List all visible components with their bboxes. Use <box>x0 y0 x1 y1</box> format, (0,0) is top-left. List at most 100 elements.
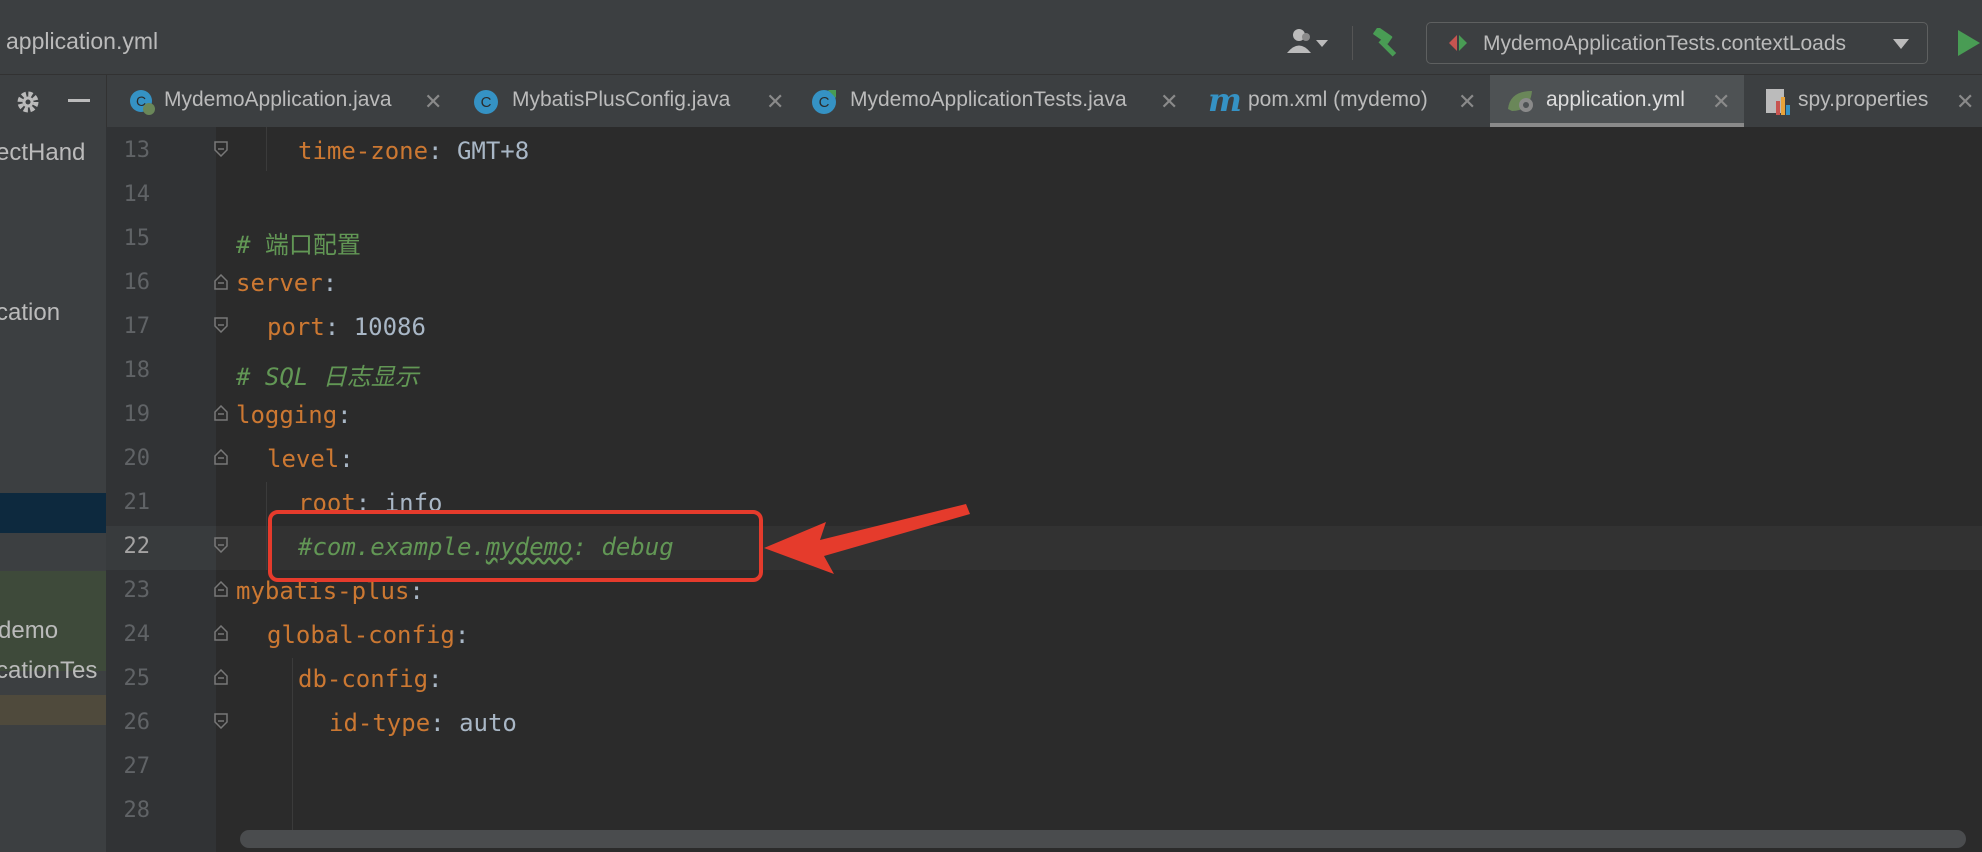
line-number: 15 <box>123 226 151 251</box>
yaml-key: port <box>267 313 325 341</box>
chevron-down-icon <box>1893 39 1909 49</box>
project-panel: ectHand cation demo cationTes <box>0 127 107 852</box>
line-number-gutter: 13 14 15 16 17 18 19 20 21 22 23 24 25 2… <box>106 127 216 852</box>
yaml-key: logging <box>236 401 338 429</box>
project-tree-item[interactable]: ectHand <box>0 139 85 167</box>
line-number: 28 <box>123 798 151 823</box>
close-icon[interactable]: ✕ <box>424 89 442 115</box>
title-toolbar: application.yml MydemoApplicationTests.c… <box>0 0 1982 75</box>
line-number: 23 <box>123 578 151 603</box>
yaml-value: GMT+8 <box>456 137 530 165</box>
code-editor[interactable]: 13 14 15 16 17 18 19 20 21 22 23 24 25 2… <box>106 127 1982 852</box>
annotation-arrow <box>764 504 970 574</box>
yaml-separator: : <box>322 269 338 297</box>
tab-mydemo-application[interactable]: C MydemoApplication.java ✕ <box>120 75 446 127</box>
run-configuration-selector[interactable]: MydemoApplicationTests.contextLoads <box>1426 22 1928 64</box>
code-line: id-type: auto <box>329 709 517 737</box>
tab-pom-xml[interactable]: m pom.xml (mydemo) ✕ <box>1200 75 1490 127</box>
tab-label: pom.xml (mydemo) <box>1248 88 1428 111</box>
yaml-key: server <box>236 269 323 297</box>
yaml-separator: : <box>324 313 354 341</box>
yaml-value: 10086 <box>353 313 426 341</box>
fold-end-icon[interactable] <box>214 317 228 333</box>
yaml-value: auto <box>459 709 517 737</box>
line-number: 14 <box>123 182 151 207</box>
project-panel-toolbar <box>0 75 107 127</box>
yaml-comment: # SQL 日志显示 <box>236 363 419 391</box>
project-tree-item[interactable]: cation <box>0 299 60 327</box>
code-line: # SQL 日志显示 <box>236 357 419 392</box>
horizontal-scrollbar[interactable] <box>240 830 1966 848</box>
yaml-separator: : <box>428 665 443 693</box>
class-icon: C <box>472 88 500 121</box>
tab-mybatis-plus-config[interactable]: C MybatisPlusConfig.java ✕ <box>460 75 790 127</box>
close-icon[interactable]: ✕ <box>1956 89 1974 115</box>
line-number: 20 <box>123 446 151 471</box>
test-config-icon <box>1447 33 1469 53</box>
current-file-breadcrumb[interactable]: application.yml <box>6 28 158 55</box>
tab-application-yml[interactable]: application.yml ✕ <box>1490 75 1744 127</box>
tab-label: spy.properties <box>1798 88 1929 111</box>
line-number: 21 <box>123 490 151 515</box>
line-number: 13 <box>123 138 151 163</box>
code-line: global-config: <box>267 621 469 649</box>
close-icon[interactable]: ✕ <box>1458 89 1476 115</box>
line-number: 16 <box>123 270 151 295</box>
indent-guide <box>266 127 267 171</box>
fold-start-icon[interactable] <box>214 625 228 641</box>
run-configuration-label: MydemoApplicationTests.contextLoads <box>1483 32 1847 55</box>
code-line: level: <box>267 445 354 473</box>
fold-end-icon[interactable] <box>214 713 228 729</box>
close-icon[interactable]: ✕ <box>766 89 784 115</box>
tab-label: application.yml <box>1546 88 1685 111</box>
tab-label: MydemoApplicationTests.java <box>850 88 1127 111</box>
line-number: 27 <box>123 754 151 779</box>
fold-end-icon[interactable] <box>214 141 228 157</box>
yaml-separator: : <box>337 401 352 429</box>
tab-spy-properties[interactable]: spy.properties ✕ <box>1744 75 1982 127</box>
line-number: 17 <box>123 314 151 339</box>
project-tree-highlight-row <box>0 695 106 725</box>
indent-guide <box>292 658 293 746</box>
properties-icon <box>1764 87 1792 122</box>
yaml-comment: # 端口配置 <box>236 231 361 259</box>
fold-end-icon[interactable] <box>214 537 228 553</box>
line-number: 19 <box>123 402 151 427</box>
annotation-highlight-box <box>268 510 763 582</box>
code-line: logging: <box>236 401 352 429</box>
project-tree-selected-row[interactable] <box>0 493 106 533</box>
test-class-icon: C <box>810 88 838 121</box>
tab-mydemo-application-tests[interactable]: C MydemoApplicationTests.java ✕ <box>796 75 1194 127</box>
code-line: server: <box>236 269 337 297</box>
toolbar-separator <box>1352 26 1353 60</box>
fold-start-icon[interactable] <box>214 669 228 685</box>
hammer-icon[interactable] <box>1370 26 1404 58</box>
close-icon[interactable]: ✕ <box>1712 89 1730 115</box>
tab-label: MybatisPlusConfig.java <box>512 88 731 111</box>
close-icon[interactable]: ✕ <box>1160 89 1178 115</box>
gear-icon[interactable] <box>14 88 42 116</box>
yaml-separator: : <box>454 621 470 649</box>
fold-start-icon[interactable] <box>214 405 228 421</box>
code-line: # 端口配置 <box>236 225 361 260</box>
line-number: 18 <box>123 358 151 383</box>
fold-start-icon[interactable] <box>214 449 228 465</box>
project-tree-item[interactable]: demo <box>0 617 58 645</box>
editor-tab-bar: C MydemoApplication.java ✕ C MybatisPlus… <box>0 75 1982 128</box>
collapse-panel-icon[interactable] <box>68 99 90 102</box>
run-icon[interactable] <box>1958 30 1980 56</box>
indent-guide <box>266 482 267 570</box>
line-number-current: 22 <box>123 534 151 559</box>
spring-config-icon <box>1506 87 1536 120</box>
yaml-separator: : <box>428 137 457 165</box>
code-line: db-config: <box>298 665 443 693</box>
svg-text:C: C <box>819 94 830 111</box>
code-line: time-zone: GMT+8 <box>298 137 529 165</box>
svg-text:C: C <box>481 94 492 111</box>
project-tree-item[interactable]: cationTes <box>0 657 97 685</box>
fold-start-icon[interactable] <box>214 274 228 290</box>
yaml-separator: : <box>339 445 354 473</box>
user-dropdown-icon[interactable] <box>1286 28 1332 54</box>
fold-start-icon[interactable] <box>214 581 228 597</box>
yaml-separator: : <box>430 709 460 737</box>
